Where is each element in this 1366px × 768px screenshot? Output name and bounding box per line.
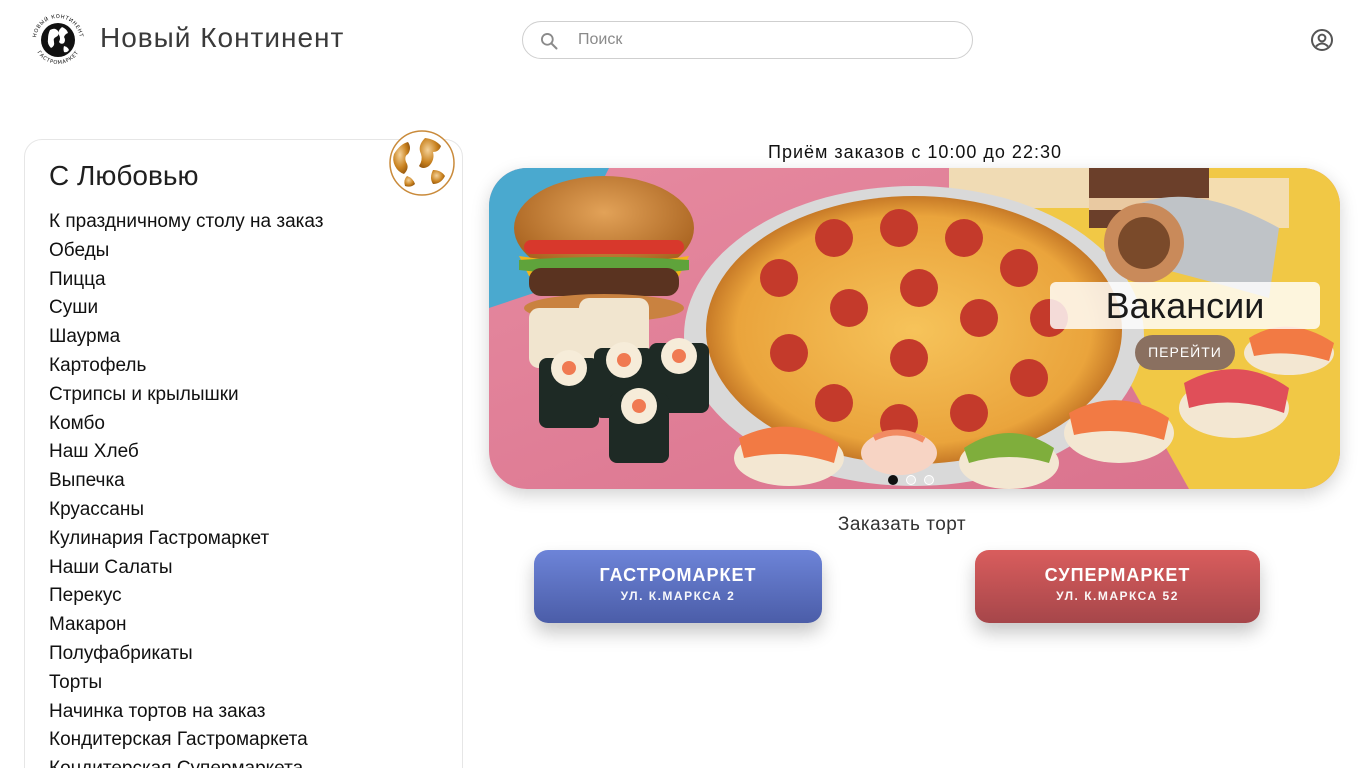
menu-item[interactable]: Пицца bbox=[49, 266, 323, 295]
account-circle-icon[interactable] bbox=[1310, 28, 1334, 52]
store-name: СУПЕРМАРКЕТ bbox=[1044, 565, 1191, 585]
order-hours: Приём заказов с 10:00 до 22:30 bbox=[768, 142, 1062, 162]
order-cake-label: Заказать торт bbox=[837, 514, 967, 535]
category-menu: К праздничному столу на заказ Обеды Пицц… bbox=[49, 208, 323, 768]
menu-item[interactable]: Кондитерская Гастромаркета bbox=[49, 726, 323, 755]
carousel-dot-1[interactable] bbox=[888, 475, 898, 485]
menu-item[interactable]: Кондитерская Супермаркета bbox=[49, 755, 323, 768]
banner-go-button[interactable]: ПЕРЕЙТИ bbox=[1135, 335, 1235, 370]
menu-item[interactable]: Начинка тортов на заказ bbox=[49, 698, 323, 727]
search-icon[interactable] bbox=[539, 31, 559, 51]
carousel-dot-2[interactable] bbox=[906, 475, 916, 485]
banner-title: Вакансии bbox=[1050, 282, 1320, 329]
carousel-dot-3[interactable] bbox=[924, 475, 934, 485]
menu-item[interactable]: Стрипсы и крылышки bbox=[49, 381, 323, 410]
menu-item[interactable]: Кулинария Гастромаркет bbox=[49, 525, 323, 554]
store-address: УЛ. К.МАРКСА 52 bbox=[1056, 589, 1179, 603]
header: НОВЫЙ КОНТИНЕНТ ГАСТРОМАРКЕТ Новый Конти… bbox=[0, 0, 1366, 80]
menu-item[interactable]: Комбо bbox=[49, 410, 323, 439]
menu-item[interactable]: Наш Хлеб bbox=[49, 438, 323, 467]
supermarket-button[interactable]: СУПЕРМАРКЕТ УЛ. К.МАРКСА 52 bbox=[975, 550, 1260, 623]
menu-item[interactable]: К праздничному столу на заказ bbox=[49, 208, 323, 237]
menu-item[interactable]: Макарон bbox=[49, 611, 323, 640]
menu-item[interactable]: Суши bbox=[49, 294, 323, 323]
store-address: УЛ. К.МАРКСА 2 bbox=[620, 589, 736, 603]
menu-item[interactable]: Полуфабрикаты bbox=[49, 640, 323, 669]
menu-item[interactable]: Картофель bbox=[49, 352, 323, 381]
menu-item[interactable]: Торты bbox=[49, 669, 323, 698]
gastromarket-button[interactable]: ГАСТРОМАРКЕТ УЛ. К.МАРКСА 2 bbox=[534, 550, 822, 623]
sidebar-title: С Любовью bbox=[49, 160, 199, 191]
globe-logo-icon[interactable]: НОВЫЙ КОНТИНЕНТ ГАСТРОМАРКЕТ bbox=[28, 10, 88, 70]
search-bar[interactable] bbox=[522, 21, 973, 59]
search-input[interactable] bbox=[578, 22, 958, 58]
menu-item[interactable]: Выпечка bbox=[49, 467, 323, 496]
menu-item[interactable]: Наши Салаты bbox=[49, 554, 323, 583]
globe-decoration-icon bbox=[389, 130, 455, 196]
menu-item[interactable]: Шаурма bbox=[49, 323, 323, 352]
brand-name[interactable]: Новый Континент bbox=[100, 22, 344, 54]
menu-item[interactable]: Перекус bbox=[49, 582, 323, 611]
menu-item[interactable]: Обеды bbox=[49, 237, 323, 266]
menu-item[interactable]: Круассаны bbox=[49, 496, 323, 525]
store-name: ГАСТРОМАРКЕТ bbox=[599, 565, 757, 585]
